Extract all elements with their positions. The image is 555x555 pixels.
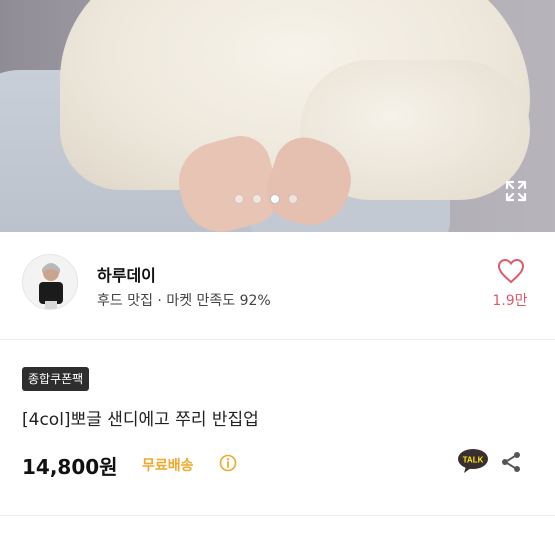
carousel-dot-3[interactable] (270, 194, 280, 204)
shop-info[interactable]: 하루데이 후드 맛집 · 마켓 만족도 92% (0, 232, 555, 340)
like-count: 1.9만 (492, 293, 528, 309)
carousel-indicator (234, 194, 298, 204)
info-icon[interactable] (219, 454, 237, 472)
kakaotalk-icon[interactable]: TALK (457, 448, 489, 474)
talk-label: TALK (463, 456, 484, 465)
carousel-dot-1[interactable] (234, 194, 244, 204)
coupon-badge[interactable]: 종합쿠폰팩 (22, 367, 90, 391)
product-image[interactable] (0, 0, 555, 232)
section-divider (0, 515, 555, 516)
carousel-dot-4[interactable] (288, 194, 298, 204)
shop-subtitle: 후드 맛집 · 마켓 만족도 92% (97, 293, 271, 309)
shop-avatar[interactable] (22, 254, 78, 310)
shipping-label: 무료배송 (142, 458, 194, 474)
heart-icon[interactable] (497, 258, 525, 284)
product-title: [4col]뽀글 샌디에고 쭈리 반집업 (22, 410, 259, 430)
shop-name[interactable]: 하루데이 (97, 262, 156, 286)
share-icon[interactable] (499, 450, 523, 474)
expand-icon[interactable] (504, 179, 528, 203)
carousel-dot-2[interactable] (252, 194, 262, 204)
product-price: 14,800원 (22, 455, 118, 479)
